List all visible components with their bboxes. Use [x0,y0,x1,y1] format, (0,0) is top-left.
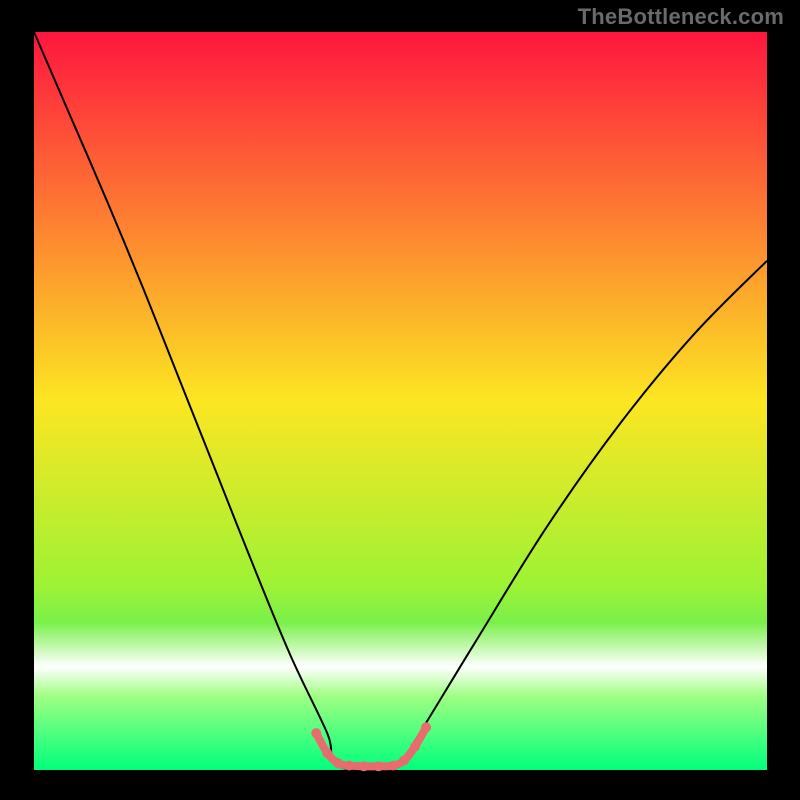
plot-background [34,32,767,770]
chart-stage: TheBottleneck.com [0,0,800,800]
watermark-text: TheBottleneck.com [578,4,784,30]
bottleneck-chart [0,0,800,800]
